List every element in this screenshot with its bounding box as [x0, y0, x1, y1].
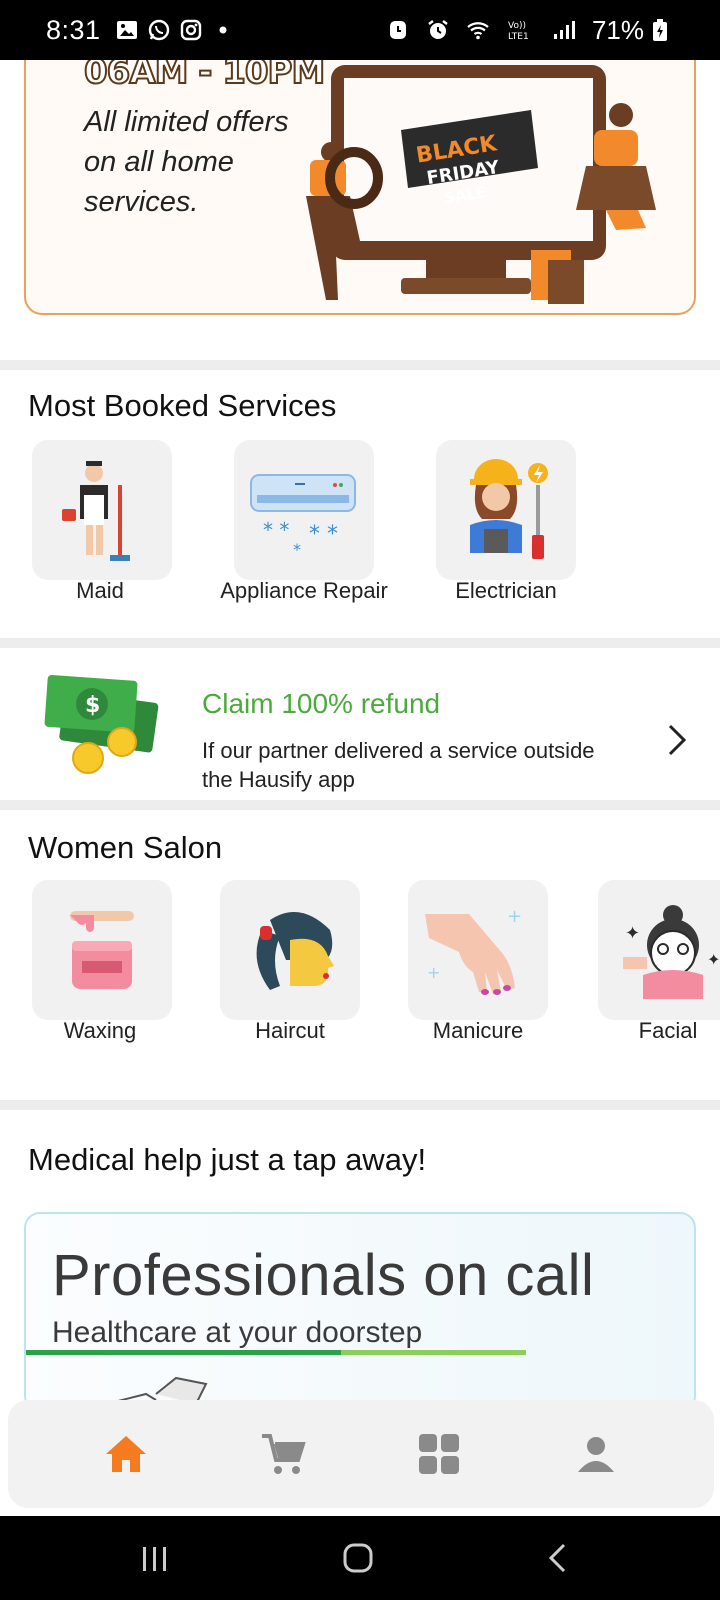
service-tile-appliance-repair[interactable]: * * * * * [234, 440, 374, 580]
svg-text:*: * [293, 540, 301, 555]
service-label-maid: Maid [76, 578, 124, 603]
svg-text:+: + [507, 906, 522, 927]
instagram-icon [180, 19, 201, 41]
manicure-icon: + + [425, 906, 522, 995]
service-tile-electrician[interactable] [436, 440, 576, 580]
bottom-navigation [8, 1400, 714, 1508]
service-tile-maid[interactable] [32, 440, 172, 580]
svg-text:LTE1: LTE1 [508, 32, 529, 42]
promo-banner[interactable]: 06AM - 10PM All limited offers on all ho… [24, 60, 696, 315]
svg-text:* *: * * [309, 522, 338, 547]
back-icon[interactable] [546, 1542, 570, 1574]
svg-text:Vo)): Vo)) [508, 21, 526, 31]
nav-cart[interactable] [258, 1429, 308, 1479]
salon-label-waxing: Waxing [63, 1018, 137, 1043]
money-icon: $ [44, 674, 159, 774]
svg-text:+: + [427, 963, 440, 982]
gallery-icon [116, 21, 137, 39]
alarm-icon [428, 20, 448, 39]
most-booked-title: Most Booked Services [28, 388, 337, 423]
svg-text:✦: ✦ [625, 923, 640, 944]
system-navigation-bar [0, 1516, 720, 1600]
section-divider [0, 800, 720, 810]
signal-icon [553, 21, 575, 39]
salon-tile-haircut[interactable] [220, 880, 360, 1020]
section-divider [0, 360, 720, 370]
volte-lte-icon: Vo))LTE1 [508, 21, 529, 42]
nav-profile[interactable] [571, 1429, 621, 1479]
home-icon [106, 1436, 147, 1472]
medical-card[interactable]: Professionals on call Healthcare at your… [24, 1212, 696, 1412]
section-divider [0, 1100, 720, 1110]
medical-card-title: Professionals on call [52, 1243, 595, 1308]
nav-home[interactable] [101, 1429, 151, 1479]
salon-tile-manicure[interactable]: + + [408, 880, 548, 1020]
notification-dot-icon [219, 26, 227, 34]
svg-text:$: $ [85, 693, 100, 718]
medical-title: Medical help just a tap away! [28, 1142, 427, 1177]
section-divider [0, 638, 720, 648]
salon-label-manicure: Manicure [432, 1018, 524, 1043]
waxing-icon [70, 911, 134, 989]
salon-label-facial: Facial [638, 1018, 698, 1043]
air-conditioner-icon: * * * * * [250, 474, 356, 555]
medical-card-subtitle: Healthcare at your doorstep [52, 1316, 423, 1349]
salon-label-haircut: Haircut [255, 1018, 325, 1043]
home-button-icon[interactable] [342, 1542, 374, 1574]
battery-percent: 71% [591, 14, 644, 45]
battery-icon [653, 19, 667, 41]
electrician-icon [470, 459, 548, 559]
service-label-appliance-repair: Appliance Repair [220, 578, 388, 603]
status-time: 8:31 [46, 14, 101, 45]
haircut-icon [256, 912, 334, 990]
refund-title: Claim 100% refund [202, 688, 441, 719]
refund-description: If our partner delivered a service outsi… [202, 738, 595, 792]
status-bar: 8:31 Vo)) LTE1 71% [0, 0, 720, 60]
maid-icon [62, 461, 130, 561]
svg-text:✦: ✦ [707, 950, 720, 969]
grid-icon [419, 1434, 460, 1474]
medical-card-underline [26, 1350, 526, 1355]
salon-tile-facial[interactable]: ✦ ✦ [598, 880, 720, 1020]
wifi-icon [467, 22, 489, 40]
recent-apps-icon[interactable] [140, 1544, 170, 1574]
nav-categories[interactable] [414, 1429, 464, 1479]
women-salon-title: Women Salon [28, 830, 223, 865]
black-friday-illustration: BLACK FRIDAY SALE [306, 65, 656, 304]
service-label-electrician: Electrician [455, 578, 557, 603]
svg-text:* *: * * [263, 518, 289, 542]
refund-banner[interactable]: $ Claim 100% refund If our partner deliv… [0, 648, 720, 800]
whatsapp-icon [148, 19, 169, 41]
cart-icon [261, 1434, 306, 1474]
profile-icon [577, 1437, 614, 1472]
alarm-sync-icon [389, 21, 406, 39]
chevron-right-icon[interactable] [664, 722, 690, 758]
facial-icon: ✦ ✦ [623, 905, 720, 999]
salon-tile-waxing[interactable] [32, 880, 172, 1020]
